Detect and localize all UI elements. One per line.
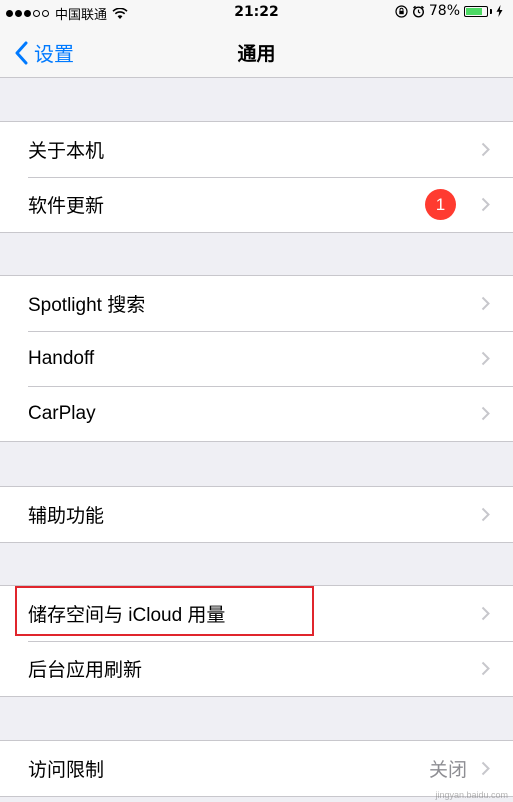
- row-label: 辅助功能: [28, 506, 105, 527]
- restrictions-value: 关闭: [428, 760, 467, 781]
- settings-group-about: 关于本机 软件更新 1: [0, 121, 513, 233]
- row-accessibility[interactable]: 辅助功能: [0, 487, 513, 542]
- page-title: 通用: [237, 43, 276, 65]
- status-bar: 中国联通 21:22 78%: [0, 0, 513, 26]
- battery-tip: [490, 8, 492, 14]
- settings-group-restrictions: 访问限制 关闭: [0, 740, 513, 797]
- chevron-right-icon: [481, 507, 490, 522]
- row-background-app-refresh[interactable]: 后台应用刷新: [0, 641, 513, 696]
- battery-percent: 78%: [428, 3, 460, 19]
- navigation-bar: 设置 通用: [0, 26, 513, 78]
- row-label: CarPlay: [28, 402, 96, 424]
- chevron-right-icon: [481, 661, 490, 676]
- update-badge: 1: [425, 189, 456, 220]
- row-label: 后台应用刷新: [28, 660, 143, 681]
- chevron-right-icon: [481, 296, 490, 311]
- watermark: jingyan.baidu.com: [435, 790, 508, 800]
- battery-icon: [464, 5, 488, 17]
- chevron-right-icon: [481, 351, 490, 366]
- settings-group-accessibility: 辅助功能: [0, 486, 513, 543]
- row-about[interactable]: 关于本机: [0, 122, 513, 177]
- orientation-lock-icon: [395, 4, 408, 18]
- row-restrictions[interactable]: 访问限制 关闭: [0, 741, 513, 796]
- row-label: Handoff: [28, 347, 95, 369]
- settings-group-continuity: Spotlight 搜索 Handoff CarPlay: [0, 275, 513, 442]
- row-storage-icloud-usage[interactable]: 储存空间与 iCloud 用量: [0, 586, 513, 641]
- row-label: Spotlight 搜索: [28, 295, 146, 316]
- status-right: 78%: [395, 3, 507, 19]
- row-label: 储存空间与 iCloud 用量: [28, 605, 226, 626]
- row-software-update[interactable]: 软件更新 1: [0, 177, 513, 232]
- charging-bolt-icon: [496, 5, 503, 17]
- row-carplay[interactable]: CarPlay: [0, 386, 513, 441]
- row-label: 关于本机: [28, 141, 105, 162]
- chevron-right-icon: [481, 197, 490, 212]
- chevron-right-icon: [481, 606, 490, 621]
- row-label: 访问限制: [28, 760, 105, 781]
- chevron-right-icon: [481, 406, 490, 421]
- chevron-right-icon: [481, 761, 490, 776]
- row-label: 软件更新: [28, 196, 105, 217]
- chevron-right-icon: [481, 142, 490, 157]
- row-handoff[interactable]: Handoff: [0, 331, 513, 386]
- settings-group-storage: 储存空间与 iCloud 用量 后台应用刷新: [0, 585, 513, 697]
- row-spotlight-search[interactable]: Spotlight 搜索: [0, 276, 513, 331]
- alarm-icon: [412, 5, 424, 18]
